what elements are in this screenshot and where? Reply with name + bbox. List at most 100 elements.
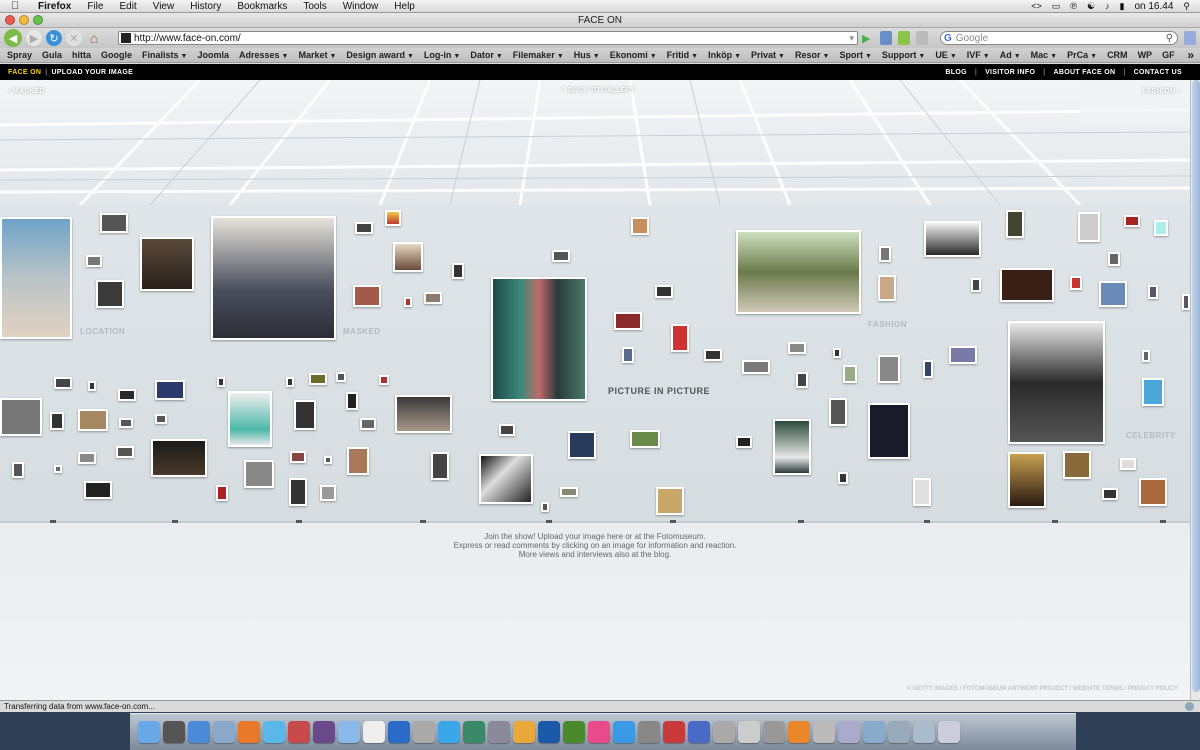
gallery-photo[interactable] [86, 255, 102, 267]
gallery-photo[interactable] [1000, 268, 1054, 302]
reload-button[interactable]: ↻ [46, 30, 62, 46]
search-placeholder[interactable]: Google [956, 33, 988, 44]
bookmark-finalists[interactable]: Finalists ▼ [137, 50, 192, 60]
menu-bookmarks[interactable]: Bookmarks [229, 1, 295, 12]
script-menu-icon[interactable]: <> [1031, 1, 1042, 11]
print-icon[interactable] [916, 31, 928, 45]
forward-button[interactable]: ▶ [26, 30, 42, 46]
gallery-photo[interactable] [1142, 350, 1150, 362]
gallery-photo[interactable] [614, 312, 642, 330]
gallery-photo[interactable] [78, 452, 96, 464]
gallery-photo[interactable] [346, 392, 358, 410]
bookmarks-overflow-icon[interactable]: » [1187, 48, 1200, 62]
gallery-photo[interactable] [971, 278, 981, 292]
gallery-photo[interactable] [833, 348, 841, 358]
gallery-photo[interactable] [100, 213, 128, 233]
gallery-photo[interactable] [1008, 321, 1105, 444]
gallery-photo[interactable] [1078, 212, 1100, 242]
google-search-icon[interactable]: G [944, 33, 952, 44]
gallery-photo[interactable] [560, 487, 578, 497]
dock-finder-icon[interactable] [138, 721, 160, 743]
menu-file[interactable]: File [79, 1, 111, 12]
gallery-photo[interactable] [878, 275, 896, 301]
dock-imovie-icon[interactable] [313, 721, 335, 743]
next-room-link[interactable]: FASHION › [1142, 88, 1180, 95]
bookmark-privat[interactable]: Privat ▼ [746, 50, 790, 60]
gallery-photo[interactable] [479, 454, 533, 504]
dock-photoshop-icon[interactable] [538, 721, 560, 743]
url-text[interactable]: http://www.face-on.com/ [134, 33, 241, 44]
gallery-photo[interactable] [704, 349, 722, 361]
dock-dashboard-icon[interactable] [163, 721, 185, 743]
gallery-photo[interactable] [491, 277, 587, 401]
bookmark-hitta[interactable]: hitta [67, 50, 96, 60]
dock-vlc-icon[interactable] [788, 721, 810, 743]
gallery-photo[interactable] [736, 230, 861, 314]
gallery-photo[interactable] [217, 377, 225, 387]
dock-skype-icon[interactable] [438, 721, 460, 743]
dock-itunes-icon[interactable] [263, 721, 285, 743]
gallery-photo[interactable] [54, 377, 72, 389]
bookmark-gula[interactable]: Gula [37, 50, 67, 60]
dock-xcode-icon[interactable] [488, 721, 510, 743]
gallery-photo[interactable] [829, 398, 847, 426]
gallery-photo[interactable] [118, 389, 136, 401]
bookmark-wp[interactable]: WP [1133, 50, 1158, 60]
gallery-photo[interactable] [84, 481, 112, 499]
battery-icon[interactable]: ▮ [1120, 1, 1125, 12]
menu-firefox[interactable]: Firefox [30, 1, 79, 12]
bookmark-mac[interactable]: Mac ▼ [1026, 50, 1062, 60]
gallery-photo[interactable] [424, 292, 442, 304]
dock-folder-icon[interactable] [863, 721, 885, 743]
search-bar[interactable]: G Google ⚲ [940, 31, 1178, 45]
gallery-viewport[interactable]: ‹ MASKED ⌃ BACK TO GALLERY FASHION › LOC… [0, 80, 1190, 700]
gallery-photo[interactable] [309, 373, 327, 385]
gallery-photo[interactable] [1070, 276, 1082, 290]
dock-keynote-icon[interactable] [688, 721, 710, 743]
bookmark-fritid[interactable]: Fritid ▼ [662, 50, 703, 60]
gallery-photo[interactable] [320, 485, 336, 501]
bookmark-ivf[interactable]: IVF ▼ [962, 50, 995, 60]
dock-contribute-icon[interactable] [588, 721, 610, 743]
gallery-photo[interactable] [622, 347, 634, 363]
gallery-photo[interactable] [155, 380, 185, 400]
dock-firefox-icon[interactable] [238, 721, 260, 743]
bookmark-spray[interactable]: Spray [2, 50, 37, 60]
menu-edit[interactable]: Edit [111, 1, 144, 12]
gallery-photo[interactable] [655, 285, 673, 298]
bookmark-ad[interactable]: Ad ▼ [995, 50, 1026, 60]
bluetooth-icon[interactable]: ℗ [1070, 1, 1077, 11]
gallery-photo[interactable] [96, 280, 124, 308]
gallery-photo[interactable] [244, 460, 274, 488]
apple-menu-icon[interactable]:  [0, 0, 30, 12]
gallery-photo[interactable] [868, 403, 910, 459]
bookmark-log-in[interactable]: Log-in ▼ [419, 50, 465, 60]
bookmark-dator[interactable]: Dator ▼ [465, 50, 507, 60]
gallery-photo[interactable] [923, 360, 933, 378]
dock-time-machine-icon[interactable] [463, 721, 485, 743]
dock-photo-booth-icon[interactable] [288, 721, 310, 743]
back-button[interactable]: ◀ [4, 29, 22, 47]
gallery-photo[interactable] [12, 462, 24, 478]
blog-link[interactable]: BLOG [941, 69, 970, 76]
dock-dreamweaver-icon[interactable] [563, 721, 585, 743]
gallery-photo[interactable] [843, 365, 857, 383]
menu-view[interactable]: View [145, 1, 183, 12]
dock-database-icon[interactable] [738, 721, 760, 743]
gallery-photo[interactable] [879, 246, 891, 262]
bookmark-market[interactable]: Market ▼ [293, 50, 341, 60]
gallery-photo[interactable] [216, 485, 228, 501]
visitor-info-link[interactable]: VISITOR INFO [981, 69, 1039, 76]
gallery-photo[interactable] [568, 431, 596, 459]
bookmark-google[interactable]: Google [96, 50, 137, 60]
footer-links[interactable]: © GETTY IMAGES / FOTOMUSEUM ANTWERP PROJ… [907, 686, 1178, 692]
gallery-photo[interactable] [1063, 451, 1091, 479]
dock-help-icon[interactable] [813, 721, 835, 743]
gallery-photo[interactable] [151, 439, 207, 477]
gallery-photo[interactable] [949, 346, 977, 364]
clock[interactable]: on 16.44 [1134, 1, 1173, 12]
gallery-photo[interactable] [552, 250, 570, 262]
gallery-photo[interactable] [541, 502, 549, 512]
bookmark-filemaker[interactable]: Filemaker ▼ [508, 50, 569, 60]
gallery-photo[interactable] [1102, 488, 1118, 500]
